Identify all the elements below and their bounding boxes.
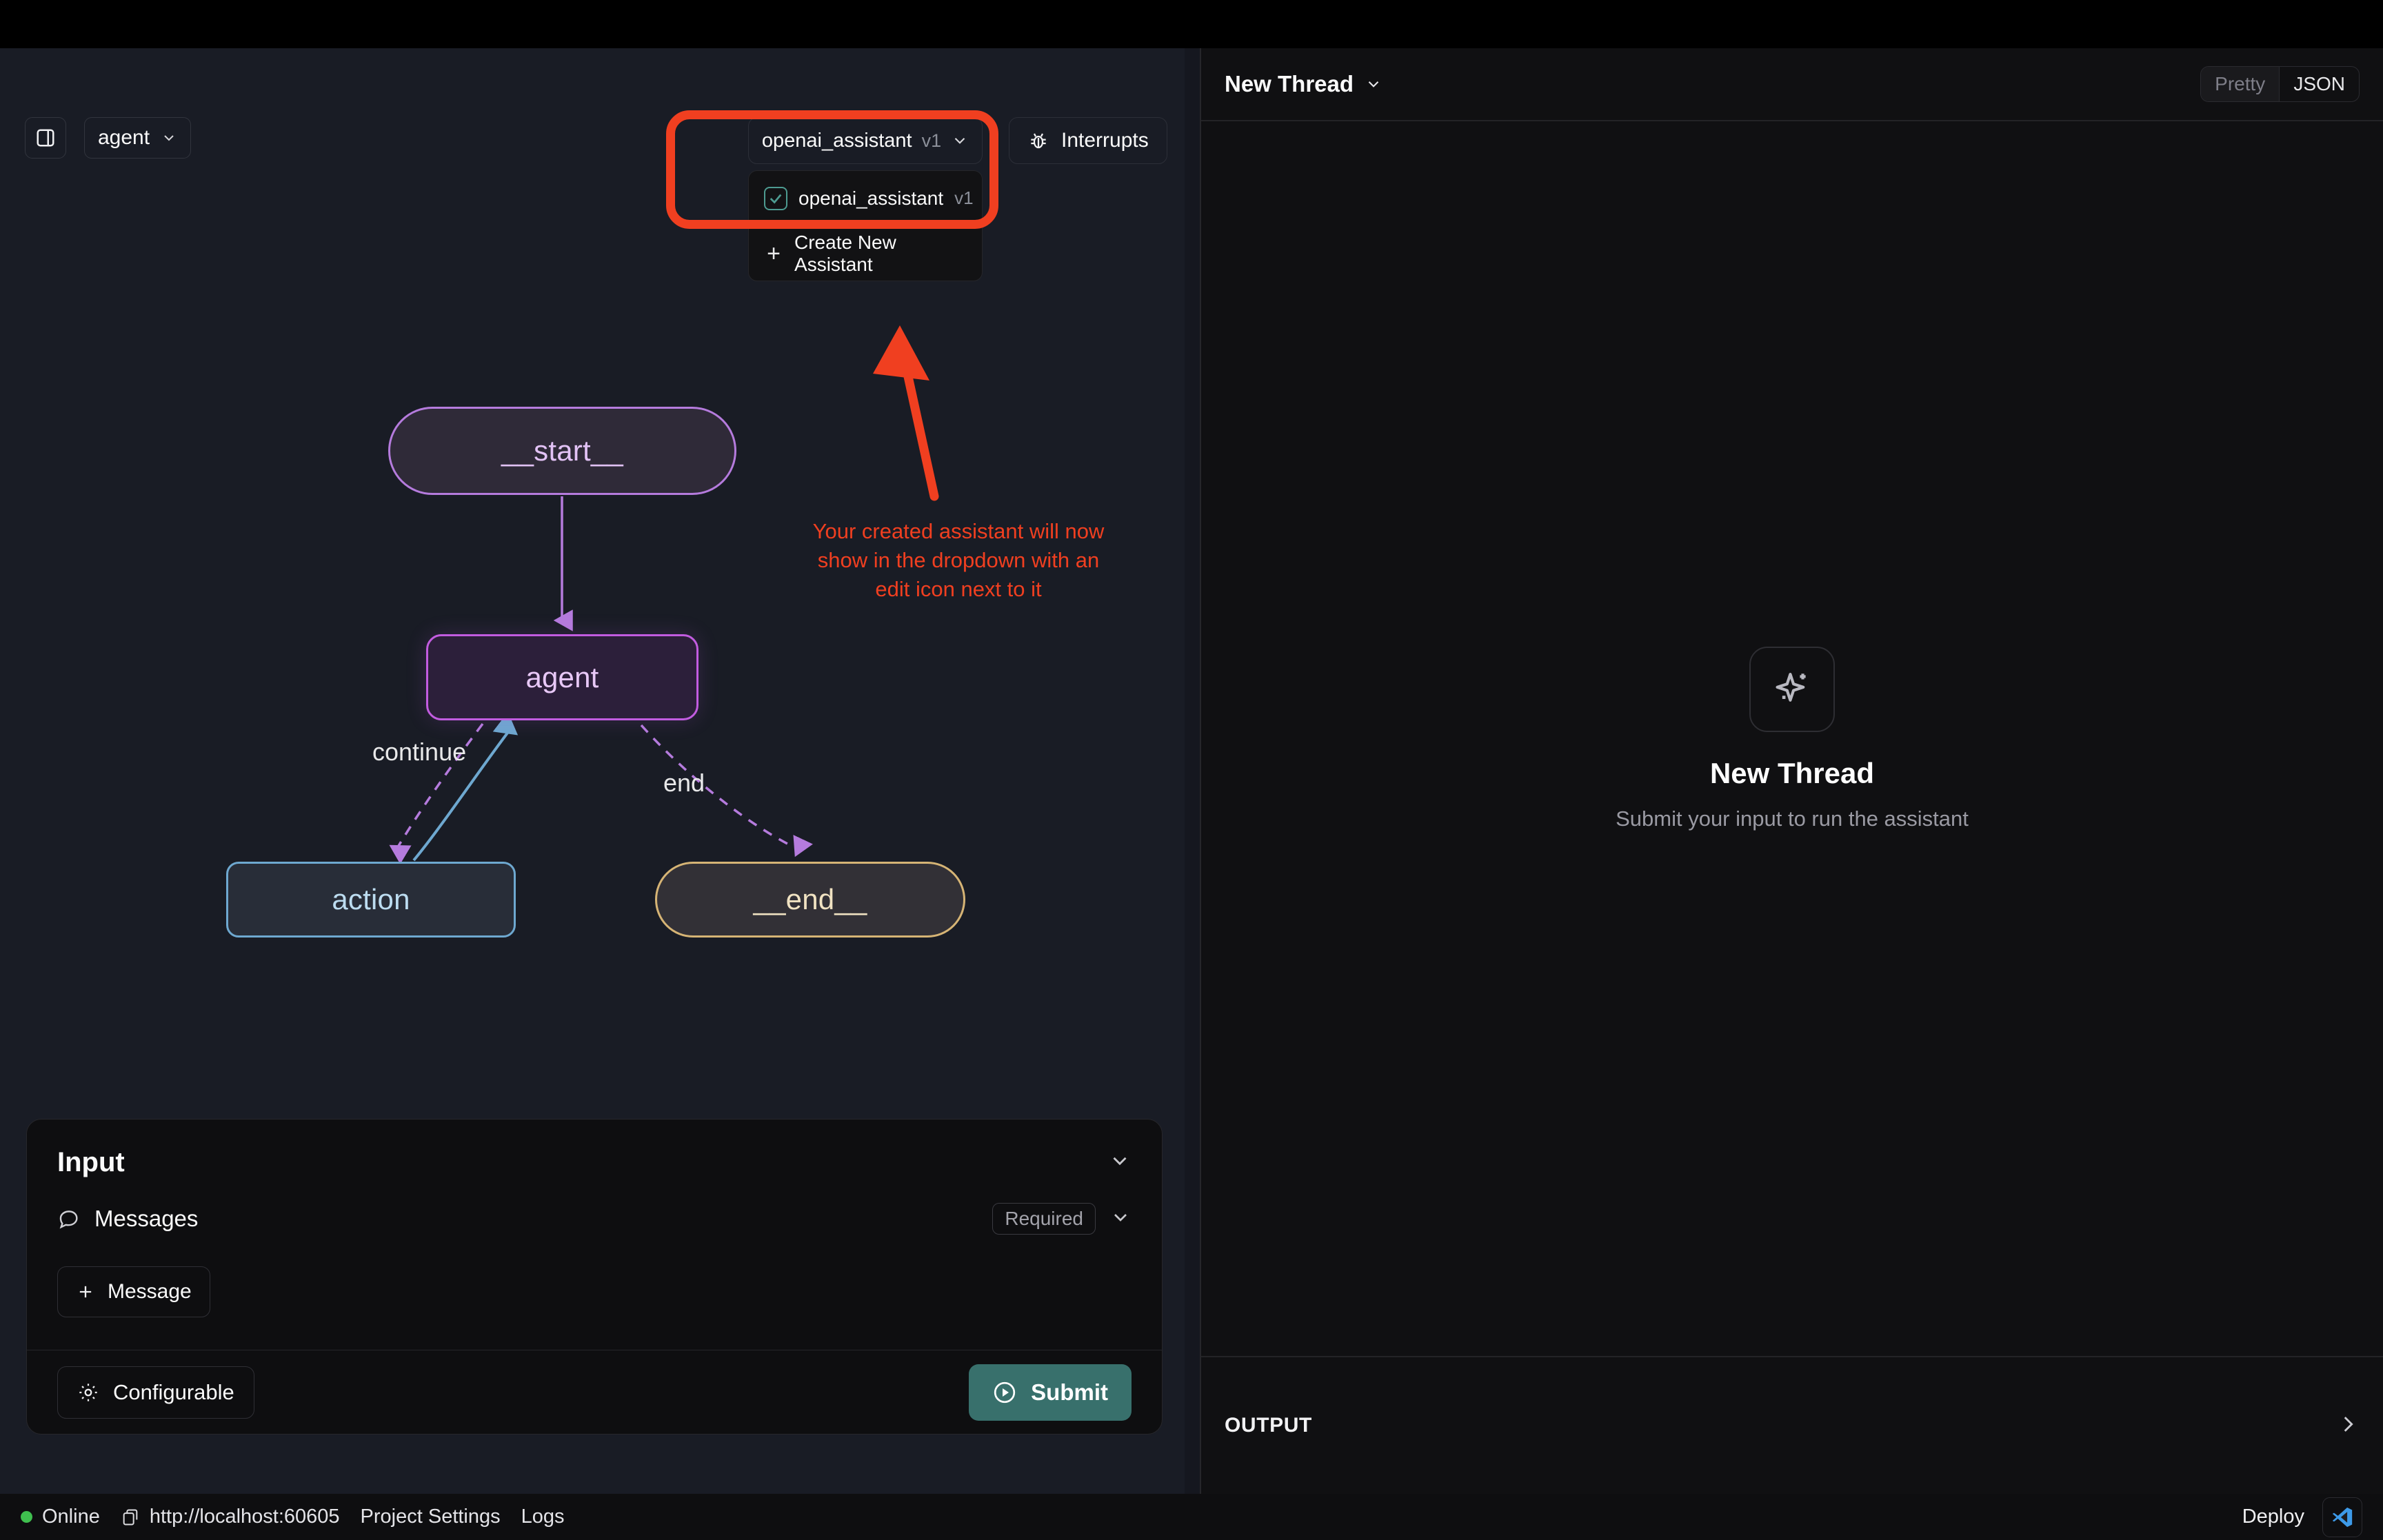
chevron-down-icon [1113, 1157, 1127, 1166]
chevron-down-icon [954, 137, 965, 144]
view-mode-json[interactable]: JSON [2280, 67, 2359, 101]
output-section-header[interactable]: OUTPUT [1201, 1356, 2383, 1494]
input-panel-footer: Configurable Submit [27, 1350, 1162, 1434]
submit-label: Submit [1031, 1379, 1108, 1405]
add-message-label: Message [108, 1280, 192, 1303]
view-mode-toggle: Pretty JSON [2200, 66, 2360, 102]
messages-required-wrap: Required [992, 1203, 1132, 1235]
thread-pane-header: New Thread Pretty JSON [1201, 48, 2383, 121]
submit-button[interactable]: Submit [969, 1364, 1132, 1421]
interrupts-label: Interrupts [1061, 129, 1149, 152]
play-circle-icon [994, 1381, 1016, 1403]
panel-toggle-icon [37, 129, 54, 147]
deploy-button[interactable]: Deploy [2242, 1506, 2304, 1528]
assistant-menu-item-openai[interactable]: openai_assistant v1 [749, 171, 982, 225]
graph-selector-label: agent [98, 126, 150, 149]
assistant-select-label: openai_assistant [761, 129, 912, 152]
chevron-down-icon [164, 135, 174, 141]
messages-field-label: Messages [94, 1206, 199, 1231]
assistant-menu-item-label: openai_assistant [798, 187, 944, 209]
graph-canvas: __start__ agent action __end__ continue … [0, 255, 1185, 1151]
copy-icon [123, 1509, 138, 1525]
vscode-icon [2332, 1507, 2353, 1527]
graph-node-agent[interactable]: agent [426, 634, 698, 720]
graph-node-end-label: __end__ [753, 883, 867, 915]
configurable-button[interactable]: Configurable [57, 1366, 254, 1419]
messages-field-row: Messages Required [27, 1178, 1162, 1235]
edge-label-end: end [663, 769, 705, 797]
thread-empty-subtitle: Submit your input to run the assistant [1616, 806, 1969, 831]
chevron-down-icon [1368, 81, 1379, 88]
graph-node-end[interactable]: __end__ [655, 862, 965, 938]
window-titlebar [0, 0, 2383, 48]
sparkles-icon-box [1749, 646, 1835, 732]
assistant-menu-item-version: v1 [954, 188, 974, 208]
checkbox-checked-icon[interactable] [764, 186, 787, 210]
edge-label-continue: continue [372, 738, 467, 766]
status-bar-right: Deploy [2242, 1497, 2362, 1537]
messages-field-label-wrap: Messages [57, 1206, 198, 1232]
chat-bubble-icon [59, 1210, 78, 1229]
input-panel: Input Messages Required Message Configur… [26, 1119, 1163, 1435]
open-in-vscode-button[interactable] [2322, 1497, 2362, 1537]
output-expand-button[interactable] [2336, 1412, 2360, 1439]
app-window: agent openai_assistant v1 openai_assista… [0, 0, 2383, 1540]
gear-icon [79, 1383, 97, 1401]
thread-selector[interactable]: New Thread [1225, 71, 1382, 97]
pane-divider[interactable] [1185, 48, 1200, 1494]
graph-node-action[interactable]: action [226, 862, 516, 938]
graph-node-agent-label: agent [525, 660, 599, 693]
status-dot-icon [21, 1511, 32, 1523]
output-label: OUTPUT [1225, 1414, 1312, 1437]
graph-node-action-label: action [332, 883, 410, 915]
graph-selector[interactable]: agent [84, 117, 192, 159]
graph-pane: agent openai_assistant v1 openai_assista… [0, 48, 1185, 1494]
thread-pane: New Thread Pretty JSON New Thread Submit… [1200, 48, 2383, 1494]
sparkles-icon [1776, 672, 1806, 702]
online-status: Online [21, 1506, 100, 1528]
sidebar-toggle-button[interactable] [25, 117, 66, 159]
messages-collapse-button[interactable] [1109, 1206, 1132, 1232]
status-bar-left: Online http://localhost:60605 Project Se… [21, 1506, 565, 1528]
input-panel-collapse-button[interactable] [1108, 1149, 1132, 1176]
assistant-select-trigger[interactable]: openai_assistant v1 [748, 117, 983, 164]
thread-empty-state: New Thread Submit your input to run the … [1201, 121, 2383, 1356]
input-panel-header: Input [27, 1119, 1162, 1178]
server-url-item[interactable]: http://localhost:60605 [121, 1506, 340, 1528]
server-url-label: http://localhost:60605 [149, 1506, 340, 1528]
bug-icon [1031, 133, 1046, 149]
view-mode-pretty[interactable]: Pretty [2201, 67, 2280, 101]
add-message-button[interactable]: Message [57, 1266, 210, 1317]
project-settings-link[interactable]: Project Settings [361, 1506, 501, 1528]
online-status-label: Online [42, 1506, 100, 1528]
required-badge: Required [992, 1203, 1096, 1235]
chevron-right-icon [2344, 1416, 2353, 1432]
chevron-down-icon [1114, 1213, 1127, 1222]
input-panel-title: Input [57, 1147, 125, 1177]
thread-selector-label: New Thread [1225, 71, 1354, 97]
plus-icon [79, 1286, 92, 1298]
logs-link[interactable]: Logs [521, 1506, 565, 1528]
graph-node-start[interactable]: __start__ [388, 407, 736, 495]
configurable-label: Configurable [113, 1379, 234, 1404]
thread-empty-title: New Thread [1709, 756, 1875, 789]
interrupts-button[interactable]: Interrupts [1009, 117, 1167, 164]
assistant-select-version: v1 [921, 130, 942, 151]
status-bar: Online http://localhost:60605 Project Se… [0, 1494, 2383, 1540]
graph-node-start-label: __start__ [501, 434, 623, 467]
main-split: agent openai_assistant v1 openai_assista… [0, 48, 2383, 1494]
